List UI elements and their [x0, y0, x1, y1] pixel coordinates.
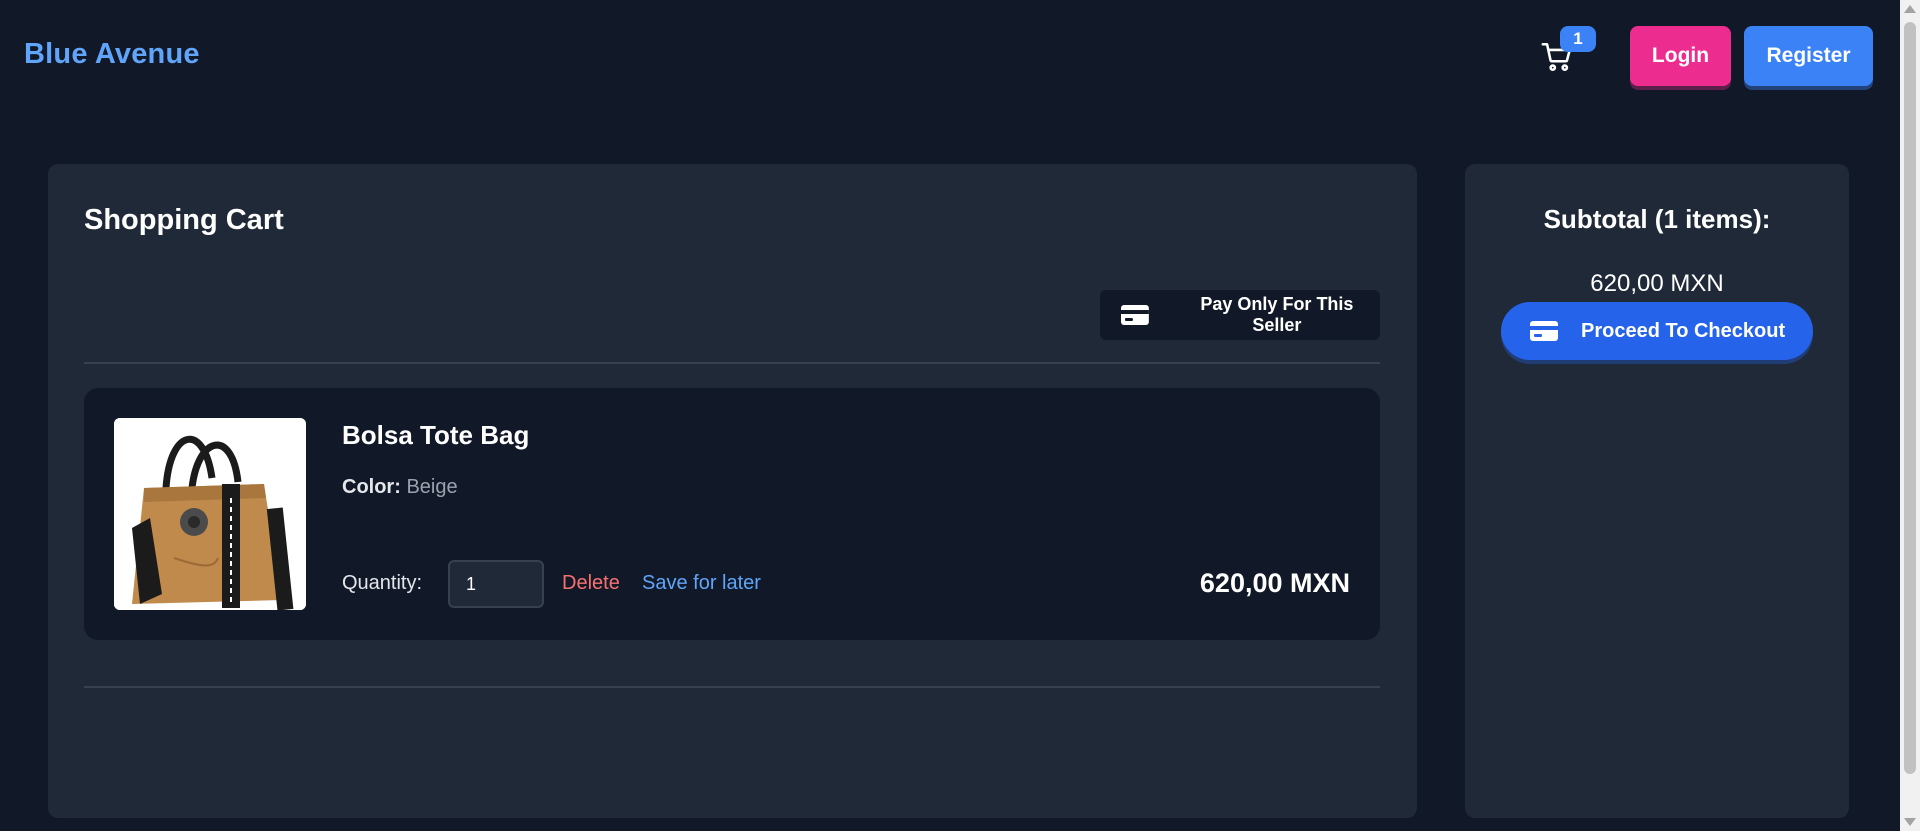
top-header: Blue Avenue 1 Login Register: [0, 0, 1900, 112]
product-name[interactable]: Bolsa Tote Bag: [342, 420, 529, 451]
scroll-down-arrow-icon[interactable]: [1904, 818, 1916, 826]
pay-only-for-seller-button[interactable]: Pay Only For This Seller: [1100, 290, 1380, 340]
pay-only-for-seller-label: Pay Only For This Seller: [1200, 294, 1354, 335]
quantity-label: Quantity:: [342, 572, 423, 594]
page-scrollbar[interactable]: [1900, 0, 1920, 831]
subtotal-title: Subtotal (1 items):: [1543, 204, 1771, 234]
credit-card-icon: [1530, 321, 1558, 341]
credit-card-icon: [1120, 305, 1149, 325]
cart-count-badge: 1: [1560, 26, 1596, 52]
delete-link[interactable]: Delete: [562, 572, 620, 595]
proceed-to-checkout-label: Proceed To Checkout: [1581, 319, 1786, 342]
quantity-input[interactable]: [448, 560, 544, 608]
subtotal-amount: 620,00 MXN: [1590, 270, 1724, 297]
color-label: Color:: [342, 476, 401, 498]
register-button[interactable]: Register: [1744, 26, 1873, 86]
tote-bag-image: [114, 418, 306, 610]
divider: [84, 362, 1380, 364]
proceed-to-checkout-button[interactable]: Proceed To Checkout: [1501, 302, 1813, 360]
login-button[interactable]: Login: [1630, 26, 1731, 86]
cart-button[interactable]: 1: [1540, 26, 1596, 76]
color-value: Beige: [406, 476, 458, 498]
item-price: 620,00 MXN: [1199, 568, 1350, 598]
scrollbar-thumb[interactable]: [1904, 22, 1916, 774]
cart-item: Bolsa Tote Bag Color: Beige Quantity: De…: [84, 388, 1380, 640]
brand-logo[interactable]: Blue Avenue: [24, 38, 200, 71]
save-for-later-link[interactable]: Save for later: [642, 572, 761, 595]
page-title: Shopping Cart: [84, 204, 284, 236]
product-color: Color: Beige: [342, 476, 458, 499]
divider: [84, 686, 1380, 688]
product-image[interactable]: [114, 418, 306, 610]
order-summary-panel: Subtotal (1 items): 620,00 MXN Proceed T…: [1465, 164, 1849, 818]
shopping-cart-panel: Shopping Cart Pay Only For This Seller B…: [48, 164, 1417, 818]
scroll-up-arrow-icon[interactable]: [1904, 5, 1916, 13]
